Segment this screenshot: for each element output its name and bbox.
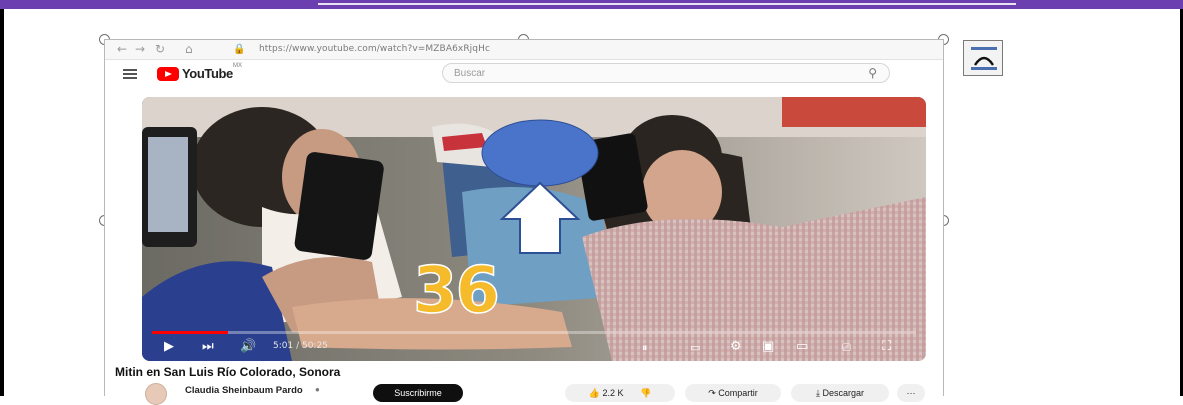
thumbs-up-icon[interactable]: 👍 [589,388,600,398]
channel-name[interactable]: Claudia Sheinbaum Pardo [185,385,303,396]
next-icon[interactable]: ⏭ [202,339,214,354]
video-frame-image [142,97,926,361]
video-time: 5:01 / 50:25 [273,341,328,351]
address-bar-url[interactable]: https://www.youtube.com/watch?v=MZBA6xRj… [259,44,490,54]
left-border-rule [0,9,4,396]
document-page: ← → ↻ ⌂ 🔒 https://www.youtube.com/watch?… [0,0,1183,405]
channel-avatar[interactable] [145,383,167,405]
video-title: Mitin en San Luis Río Colorado, Sonora [115,365,341,379]
browser-toolbar: ← → ↻ ⌂ 🔒 https://www.youtube.com/watch?… [105,40,943,60]
verified-badge-icon: ● [315,385,320,394]
home-icon[interactable]: ⌂ [185,42,193,56]
settings-gear-icon[interactable]: ⚙ [730,339,742,354]
play-icon[interactable]: ▶ [164,339,174,354]
youtube-logo-icon[interactable] [157,67,179,81]
embedded-screenshot[interactable]: ← → ↻ ⌂ 🔒 https://www.youtube.com/watch?… [104,39,944,405]
forward-arrow-icon[interactable]: → [135,42,145,56]
youtube-header: YouTube MX Buscar ⚲ [105,60,943,88]
top-colored-band [0,0,1183,9]
band-underline [318,3,1016,5]
like-count: 2.2 K [602,388,624,398]
subscribe-button[interactable]: Suscribirme [373,384,463,402]
video-player[interactable]: 36 ▶ ⏭ 🔊 5:01 / 50:25 ⏸ ▭ ⚙ ▣ ▭ ⎚ ⛶ [142,97,926,361]
menu-icon[interactable] [123,69,137,79]
cast-icon[interactable]: ⎚ [842,341,851,355]
layout-options-icon[interactable] [963,40,1003,76]
miniplayer-icon[interactable]: ▣ [762,339,774,354]
share-button[interactable]: ↷ Compartir [685,384,781,402]
youtube-logo-text[interactable]: YouTube [182,66,233,81]
search-placeholder: Buscar [454,68,486,79]
region-code: MX [233,63,242,69]
back-arrow-icon[interactable]: ← [117,42,127,56]
more-actions-button[interactable]: ··· [897,384,925,402]
reload-icon[interactable]: ↻ [155,42,165,56]
lock-icon: 🔒 [233,44,246,55]
fullscreen-icon[interactable]: ⛶ [882,339,891,354]
subtitles-icon[interactable]: ▭ [690,341,700,354]
volume-icon[interactable]: 🔊 [240,339,256,354]
download-icon: ⤓ [815,388,820,398]
theater-mode-icon[interactable]: ▭ [796,339,808,354]
like-dislike-button[interactable]: 👍 2.2 K 👎 [565,384,675,402]
download-button[interactable]: ⤓ Descargar [791,384,889,402]
player-controls: ▶ ⏭ 🔊 5:01 / 50:25 ⏸ ▭ ⚙ ▣ ▭ ⎚ ⛶ [142,333,926,361]
thumbs-down-icon[interactable]: 👎 [640,388,651,398]
share-icon: ↷ [708,388,716,398]
search-icon[interactable]: ⚲ [868,66,877,80]
autoplay-toggle-icon[interactable]: ⏸ [642,341,648,355]
overlay-number: 36 [412,253,501,329]
search-input[interactable]: Buscar ⚲ [442,63,890,83]
download-label: Descargar [822,388,864,398]
share-label: Compartir [718,388,758,398]
